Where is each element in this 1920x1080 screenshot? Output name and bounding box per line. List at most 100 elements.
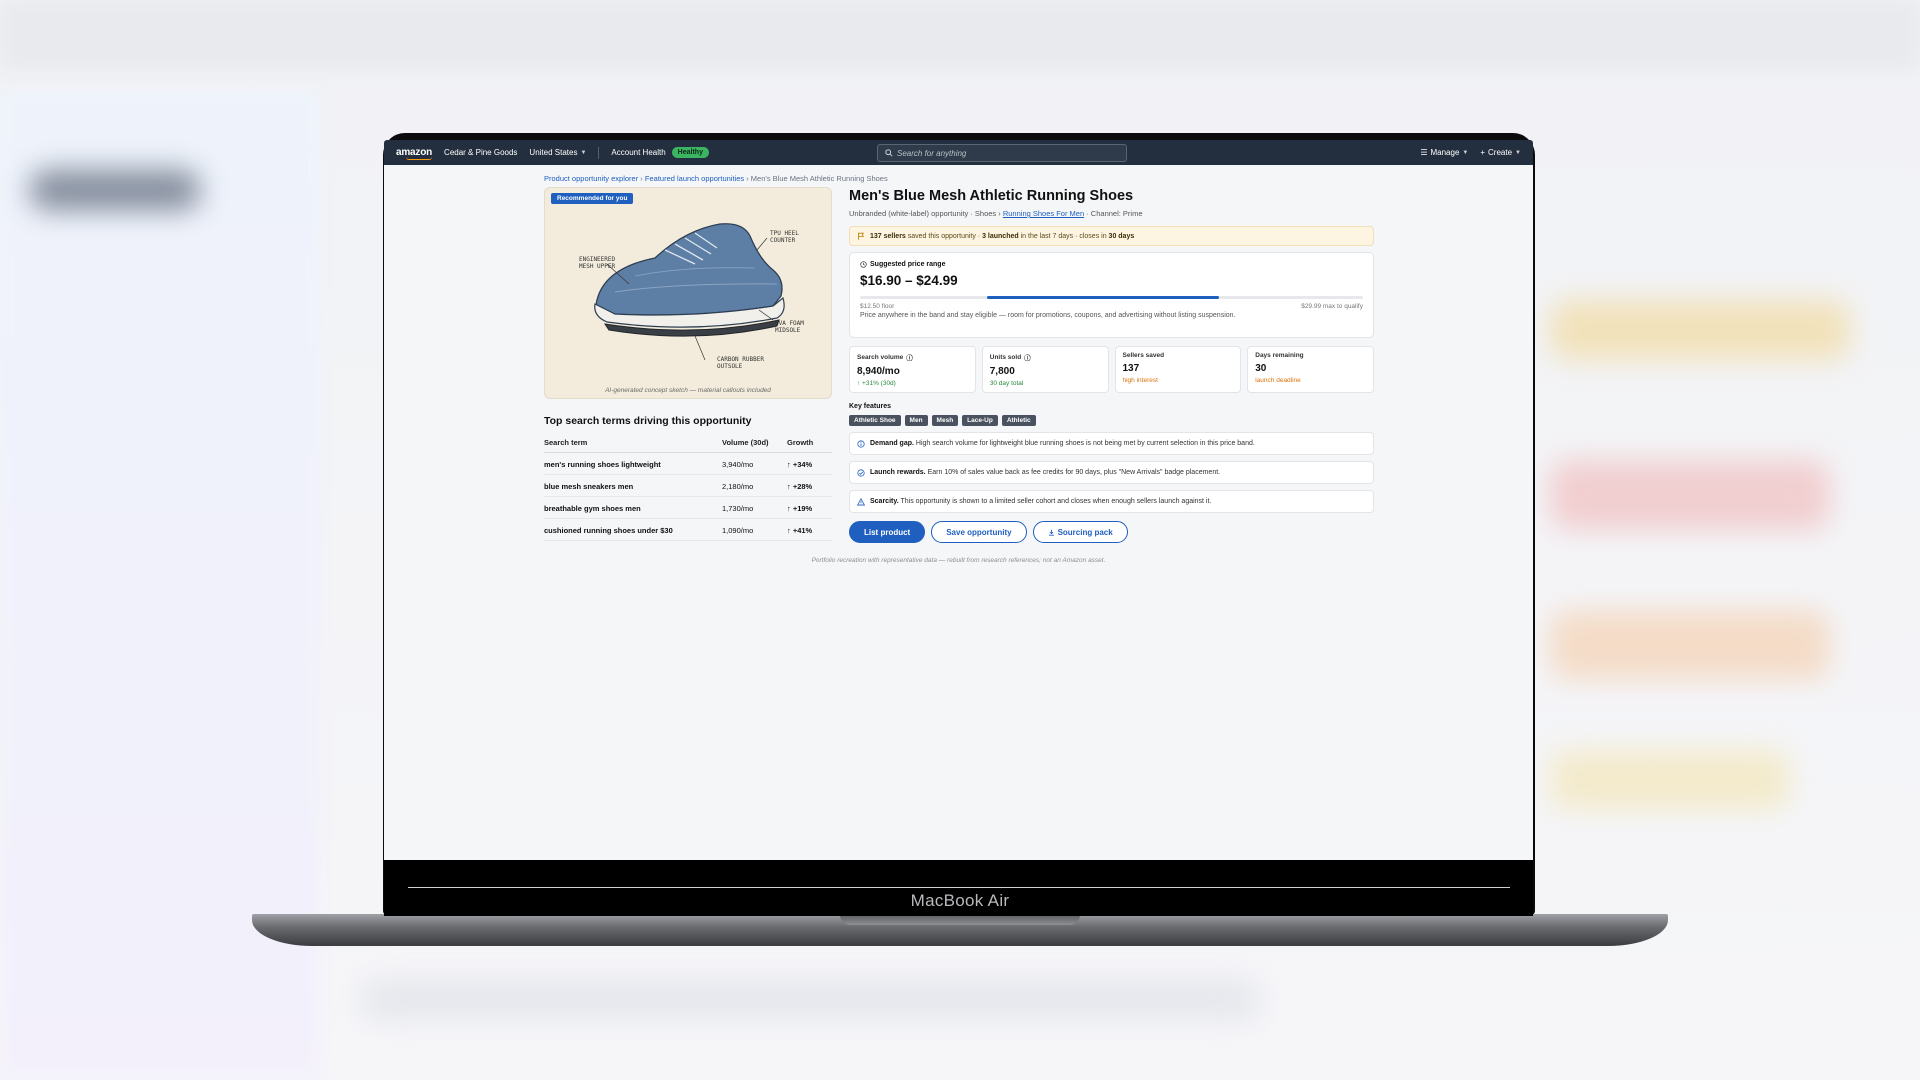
stat-value: 30 <box>1255 363 1267 374</box>
breadcrumb-separator: › <box>638 174 645 183</box>
category-link[interactable]: Running Shoes For Men <box>1003 209 1084 218</box>
background-blob <box>1550 610 1830 680</box>
price-range-track <box>860 296 1363 299</box>
search-term-cell: blue mesh sneakers men <box>544 474 722 497</box>
stat-label: Days remaining <box>1255 352 1304 359</box>
table-row[interactable]: cushioned running shoes under $30 1,090/… <box>544 518 832 541</box>
chevron-down-icon: ▼ <box>1515 149 1521 156</box>
store-selector[interactable]: Cedar & Pine Goods <box>444 148 517 157</box>
hamburger-icon: ☰ <box>1420 148 1428 157</box>
stat-label: Units sold <box>989 353 1022 361</box>
amazon-logo[interactable]: amazon <box>396 147 432 160</box>
growth-cell: ↑ +34% <box>787 452 832 475</box>
feature-chip[interactable]: Lace-Up <box>962 415 998 426</box>
account-health-badge: Healthy <box>671 147 709 158</box>
feature-chip[interactable]: Athletic Shoe <box>849 415 901 426</box>
background-blob <box>360 980 1260 1020</box>
alert-saved-text: saved this opportunity · <box>905 232 983 240</box>
stat-sub: launch deadline <box>1255 377 1301 384</box>
info-body: Earn 10% of sales value back as fee cred… <box>925 469 1221 476</box>
price-floor: $12.50 floor <box>860 303 895 310</box>
chevron-down-icon: ▼ <box>580 149 587 156</box>
opportunity-alert: 137 sellers saved this opportunity · 3 l… <box>849 226 1374 246</box>
search-term-cell: breathable gym shoes men <box>544 496 722 519</box>
account-health-label: Account Health <box>611 148 666 157</box>
alert-closes: 30 days <box>1108 232 1135 240</box>
price-range-ends: $12.50 floor $29.99 max to qualify <box>860 303 1363 310</box>
manage-menu[interactable]: ☰ Manage ▼ <box>1420 148 1468 157</box>
info-icon <box>857 439 865 448</box>
stat-label-row: Sellers saved <box>1123 352 1234 359</box>
stat-units-sold: Units sold ⓘ 7,800 30 day total <box>981 346 1109 393</box>
info-title: Launch rewards. <box>870 469 926 476</box>
price-label-row: Suggested price range <box>860 261 1363 268</box>
stat-value: 8,940/mo <box>857 366 900 377</box>
left-column: Recommended for you TPU heel counter <box>544 187 832 543</box>
plus-icon: + <box>1480 148 1486 157</box>
top-navigation: amazon Cedar & Pine Goods United States … <box>384 140 1533 165</box>
account-health-link[interactable]: Account Health Healthy <box>611 147 709 158</box>
price-max: $29.99 max to qualify <box>1301 303 1363 310</box>
stat-days-remaining: Days remaining 30 launch deadline <box>1247 346 1374 393</box>
sourcing-pack-button[interactable]: Sourcing pack <box>1032 521 1128 543</box>
main-content: Product opportunity explorer › Featured … <box>544 174 1374 543</box>
search-input[interactable] <box>897 148 1117 158</box>
breadcrumb-current: Men's Blue Mesh Athletic Running Shoes <box>750 174 888 183</box>
info-body: High search volume for lightweight blue … <box>913 440 1255 447</box>
manage-label: Manage <box>1430 148 1460 157</box>
stat-sub: high interest <box>1122 377 1158 384</box>
product-type-text: Unbranded (white-label) opportunity · Sh… <box>849 209 1003 218</box>
clock-icon <box>860 261 867 268</box>
info-text: Launch rewards. Earn 10% of sales value … <box>870 469 1220 476</box>
info-scarcity: Scarcity. This opportunity is shown to a… <box>849 490 1374 513</box>
product-title: Men's Blue Mesh Athletic Running Shoes <box>849 188 1134 204</box>
save-opportunity-button[interactable]: Save opportunity <box>931 521 1027 543</box>
info-icon[interactable]: ⓘ <box>1024 352 1031 362</box>
product-subtitle: Unbranded (white-label) opportunity · Sh… <box>849 209 1374 218</box>
footer-note: Portfolio recreation with representative… <box>811 557 1106 564</box>
info-demand-gap: Demand gap. High search volume for light… <box>849 432 1374 455</box>
feature-chip[interactable]: Mesh <box>931 415 959 426</box>
search-term-cell: cushioned running shoes under $30 <box>544 518 722 541</box>
info-title: Scarcity. <box>870 498 899 505</box>
breadcrumb-explorer[interactable]: Product opportunity explorer <box>544 174 638 183</box>
table-row[interactable]: breathable gym shoes men 1,730/mo ↑ +19% <box>544 496 832 519</box>
background-topbar <box>0 0 1920 70</box>
column-header-term: Search term <box>544 435 722 453</box>
price-label: Suggested price range <box>870 261 946 268</box>
product-image-card: Recommended for you TPU heel counter <box>544 187 832 399</box>
action-buttons: List product Save opportunity Sourcing p… <box>849 521 1374 543</box>
table-row[interactable]: men's running shoes lightweight 3,940/mo… <box>544 452 832 475</box>
alert-sellers-saved: 137 sellers <box>870 232 906 240</box>
create-menu[interactable]: + Create ▼ <box>1480 148 1521 157</box>
stat-sub: ↑ +31% (30d) <box>857 380 896 387</box>
region-selector[interactable]: United States ▼ <box>529 148 586 157</box>
key-features-label: Key features <box>849 403 892 410</box>
app-screen: amazon Cedar & Pine Goods United States … <box>384 140 1533 860</box>
stat-label-row: Days remaining <box>1255 352 1366 359</box>
feature-chip[interactable]: Athletic <box>1001 415 1036 426</box>
info-icon[interactable]: ⓘ <box>906 352 913 362</box>
stat-sellers-saved: Sellers saved 137 high interest <box>1114 346 1242 393</box>
table-row[interactable]: blue mesh sneakers men 2,180/mo ↑ +28% <box>544 474 832 497</box>
feature-chip[interactable]: Men <box>904 415 928 426</box>
breadcrumb: Product opportunity explorer › Featured … <box>544 174 1374 183</box>
stat-sub: 30 day total <box>989 380 1024 387</box>
callout-outsole: Carbon rubber outsole <box>717 356 764 370</box>
feature-chips: Athletic Shoe Men Mesh Lace-Up Athletic <box>849 415 1374 426</box>
stat-label: Sellers saved <box>1122 352 1165 359</box>
right-column: Men's Blue Mesh Athletic Running Shoes U… <box>849 187 1374 543</box>
breadcrumb-featured[interactable]: Featured launch opportunities <box>645 174 744 183</box>
alert-launched: 3 launched <box>982 232 1019 240</box>
volume-cell: 1,090/mo <box>722 518 787 541</box>
growth-cell: ↑ +19% <box>787 496 832 519</box>
volume-cell: 3,940/mo <box>722 452 787 475</box>
info-text: Demand gap. High search volume for light… <box>870 440 1255 447</box>
chin-divider <box>408 887 1510 888</box>
stats-row: Search volume ⓘ 8,940/mo ↑ +31% (30d) Uni… <box>849 346 1374 393</box>
column-header-growth: Growth <box>787 435 832 453</box>
stat-value: 137 <box>1122 363 1140 374</box>
price-range-card: Suggested price range $16.90 – $24.99 $1… <box>849 252 1374 338</box>
chevron-down-icon: ▼ <box>1462 149 1469 156</box>
list-product-button[interactable]: List product <box>849 521 926 543</box>
